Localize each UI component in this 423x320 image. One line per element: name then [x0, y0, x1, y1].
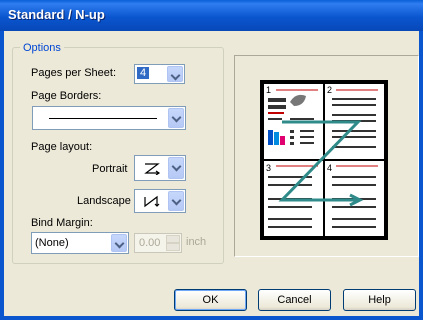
bind-margin-select[interactable]: (None): [31, 232, 129, 254]
page-number-4: 4: [327, 163, 332, 173]
window-frame-right: [419, 31, 423, 320]
bind-margin-unit: inch: [186, 236, 207, 248]
page-number-3: 3: [266, 163, 271, 173]
ok-button[interactable]: OK: [174, 289, 247, 311]
pages-per-sheet-label: Pages per Sheet:: [31, 67, 117, 79]
chevron-down-icon[interactable]: [167, 66, 183, 82]
page-layout-label: Page layout:: [31, 141, 93, 153]
spin-down-icon: [166, 243, 180, 251]
window-title: Standard / N-up: [8, 7, 105, 22]
page-number-2: 2: [327, 85, 332, 95]
landscape-label: Landscape: [77, 195, 131, 207]
spin-up-icon: [166, 235, 180, 243]
bind-margin-value: (None): [35, 237, 69, 249]
cancel-button[interactable]: Cancel: [258, 289, 331, 311]
portrait-layout-select[interactable]: [134, 155, 186, 181]
window-frame-bottom: [0, 316, 423, 320]
options-group-label: Options: [20, 42, 64, 54]
n-order-icon: [144, 195, 160, 208]
z-order-icon: [144, 163, 161, 175]
help-button[interactable]: Help: [343, 289, 416, 311]
bind-margin-amount-spinner: 0.00: [134, 233, 182, 253]
page-number-1: 1: [266, 85, 271, 95]
chevron-down-icon[interactable]: [111, 234, 127, 252]
solid-border-line-icon: [49, 118, 157, 119]
chevron-down-icon[interactable]: [168, 191, 184, 211]
page-borders-label: Page Borders:: [31, 90, 102, 102]
portrait-label: Portrait: [92, 163, 128, 175]
title-bar[interactable]: Standard / N-up: [0, 0, 423, 31]
pages-per-sheet-select[interactable]: 4: [134, 64, 185, 84]
chevron-down-icon[interactable]: [168, 157, 184, 179]
bind-margin-label: Bind Margin:: [31, 217, 93, 229]
chevron-down-icon[interactable]: [168, 108, 184, 128]
landscape-layout-select[interactable]: [134, 189, 186, 213]
page-borders-select[interactable]: [32, 106, 186, 130]
bind-margin-amount: 0.00: [139, 237, 161, 249]
pages-per-sheet-value: 4: [137, 67, 150, 79]
nup-preview: 1 2 3 4: [260, 80, 388, 240]
